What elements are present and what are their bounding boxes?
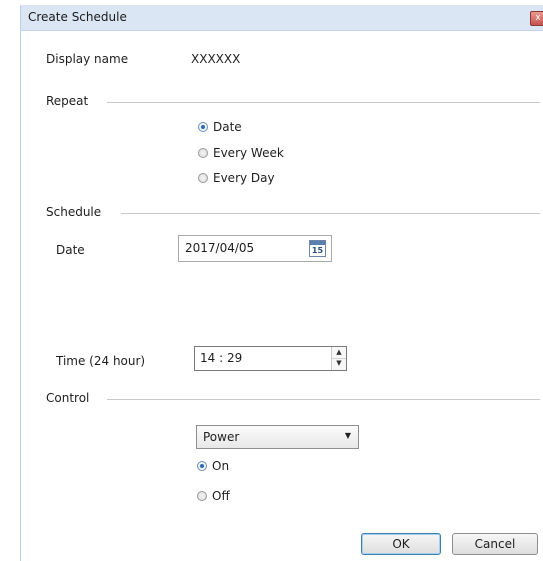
date-picker[interactable]: 2017/04/05 15 xyxy=(178,235,332,262)
repeat-divider xyxy=(107,102,540,103)
repeat-option-label: Every Week xyxy=(213,146,284,160)
close-button[interactable]: x xyxy=(530,11,543,26)
repeat-heading: Repeat xyxy=(46,94,89,108)
date-label: Date xyxy=(56,243,85,257)
control-type-select[interactable]: Power ▼ xyxy=(196,425,359,449)
control-divider xyxy=(107,399,540,400)
radio-every-week[interactable] xyxy=(198,148,208,158)
control-selected-value: Power xyxy=(203,430,240,444)
control-option-on[interactable]: On xyxy=(197,459,229,473)
radio-date[interactable] xyxy=(198,122,208,132)
control-option-label: Off xyxy=(212,489,230,503)
schedule-divider xyxy=(121,213,540,214)
radio-on[interactable] xyxy=(197,461,207,471)
time-spinner[interactable]: ▲ ▼ xyxy=(331,347,346,370)
repeat-option-label: Date xyxy=(213,120,242,134)
control-heading: Control xyxy=(46,391,90,405)
calendar-icon[interactable]: 15 xyxy=(309,240,326,257)
cancel-button[interactable]: Cancel xyxy=(452,533,538,555)
time-input[interactable]: 14 : 29 ▲ ▼ xyxy=(194,346,347,371)
time-label: Time (24 hour) xyxy=(56,354,146,368)
display-name-label: Display name xyxy=(46,52,129,66)
control-option-off[interactable]: Off xyxy=(197,489,230,503)
ok-button[interactable]: OK xyxy=(361,533,441,555)
radio-every-day[interactable] xyxy=(198,173,208,183)
control-option-label: On xyxy=(212,459,230,473)
display-name-value: XXXXXX xyxy=(191,52,241,66)
repeat-option-every-week[interactable]: Every Week xyxy=(198,146,284,160)
time-value[interactable]: 14 : 29 xyxy=(200,351,242,365)
title-bar: Create Schedule x xyxy=(21,5,543,31)
close-icon: x xyxy=(535,13,541,23)
repeat-option-label: Every Day xyxy=(213,171,275,185)
schedule-heading: Schedule xyxy=(46,205,102,219)
radio-off[interactable] xyxy=(197,491,207,501)
repeat-option-date[interactable]: Date xyxy=(198,120,242,134)
date-value[interactable]: 2017/04/05 xyxy=(185,241,254,255)
create-schedule-dialog: Create Schedule x Display name XXXXXX Re… xyxy=(20,5,543,561)
repeat-option-every-day[interactable]: Every Day xyxy=(198,171,275,185)
window-title: Create Schedule xyxy=(28,10,127,24)
chevron-down-icon: ▼ xyxy=(344,431,351,440)
spinner-down-icon[interactable]: ▼ xyxy=(332,358,346,369)
calendar-day: 15 xyxy=(311,246,324,255)
